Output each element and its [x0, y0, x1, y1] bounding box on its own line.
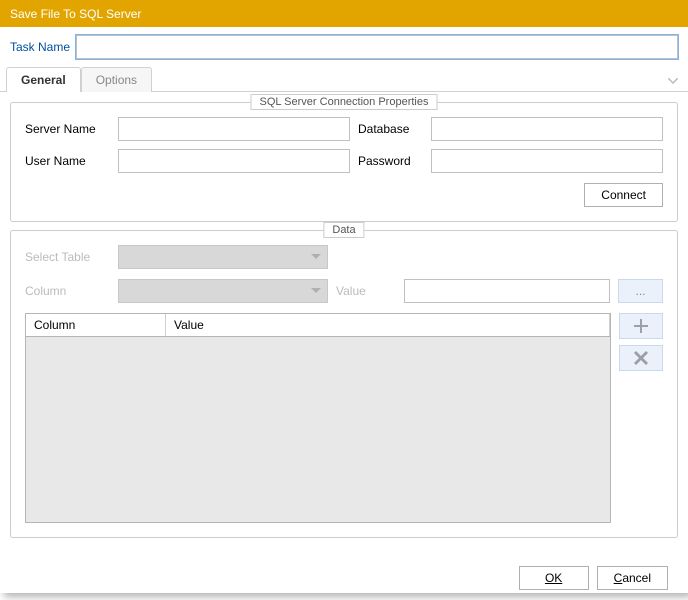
data-fieldset: Data Select Table Column Value ... Colum… [10, 230, 678, 538]
window-title-bar: Save File To SQL Server [0, 0, 688, 27]
user-name-input[interactable] [118, 149, 350, 173]
select-table-combo[interactable] [118, 245, 328, 269]
tab-general[interactable]: General [6, 67, 81, 92]
select-table-label: Select Table [25, 250, 110, 264]
connect-button[interactable]: Connect [584, 183, 663, 207]
window-title: Save File To SQL Server [10, 7, 141, 21]
task-name-input[interactable] [76, 35, 678, 59]
tab-overflow-icon[interactable] [664, 69, 682, 91]
column-label: Column [25, 284, 110, 298]
plus-icon [634, 319, 648, 333]
mapping-table[interactable]: Column Value [25, 313, 611, 523]
chevron-down-icon [311, 288, 321, 294]
password-input[interactable] [431, 149, 663, 173]
server-name-label: Server Name [25, 122, 110, 136]
data-legend: Data [323, 222, 364, 238]
password-label: Password [358, 154, 423, 168]
browse-button[interactable]: ... [618, 279, 663, 303]
connection-fieldset: SQL Server Connection Properties Server … [10, 102, 678, 222]
database-input[interactable] [431, 117, 663, 141]
tab-options[interactable]: Options [81, 67, 152, 92]
value-label: Value [336, 284, 396, 298]
cancel-button[interactable]: Cancel [597, 566, 668, 590]
database-label: Database [358, 122, 423, 136]
dialog-footer: OK Cancel [0, 556, 688, 600]
user-name-label: User Name [25, 154, 110, 168]
task-name-label: Task Name [10, 40, 70, 54]
column-combo[interactable] [118, 279, 328, 303]
table-header-value: Value [166, 314, 610, 336]
chevron-down-icon [311, 254, 321, 260]
task-name-row: Task Name [0, 27, 688, 67]
content-area: SQL Server Connection Properties Server … [0, 92, 688, 556]
tab-bar: General Options [0, 67, 688, 92]
add-row-button[interactable] [619, 313, 663, 339]
server-name-input[interactable] [118, 117, 350, 141]
value-input[interactable] [404, 279, 610, 303]
close-icon [634, 351, 648, 365]
connection-legend: SQL Server Connection Properties [251, 94, 438, 110]
remove-row-button[interactable] [619, 345, 663, 371]
ok-button[interactable]: OK [519, 566, 589, 590]
table-header-column: Column [26, 314, 166, 336]
